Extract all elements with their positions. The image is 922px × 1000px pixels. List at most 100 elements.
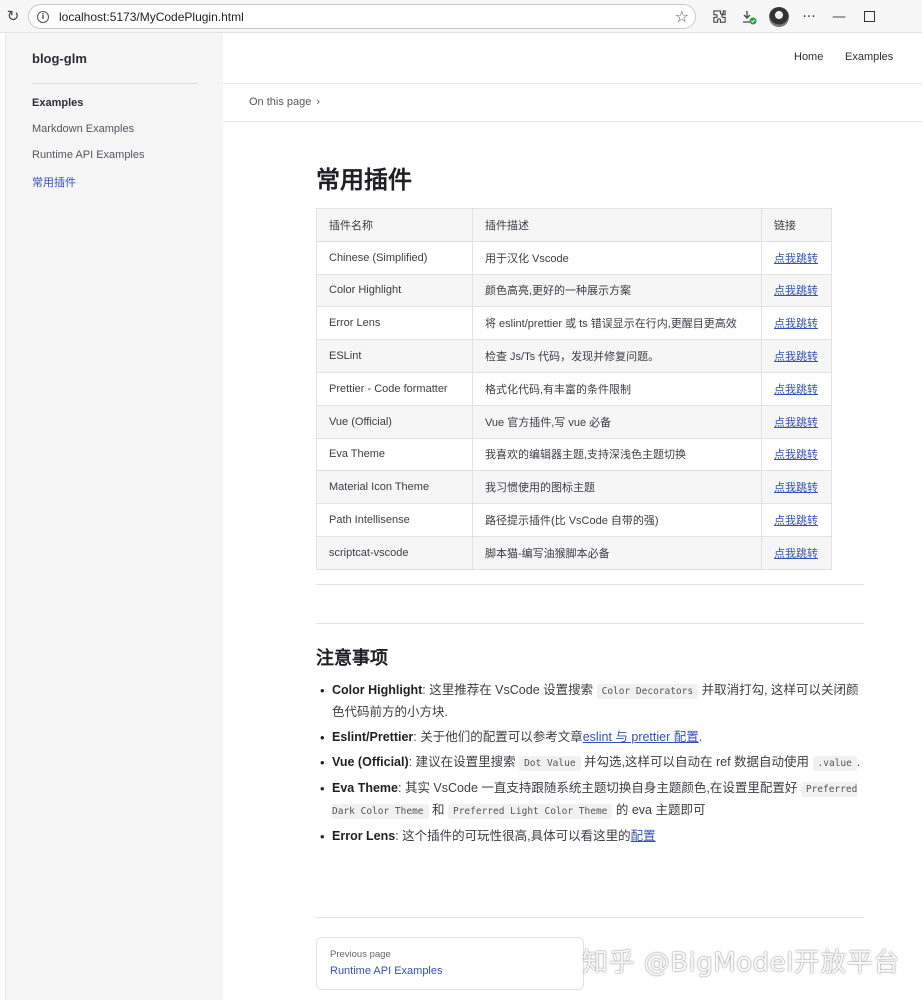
previous-page-label: Previous page — [330, 949, 391, 960]
previous-page-title[interactable]: Runtime API Examples — [330, 965, 443, 977]
more-menu-icon[interactable]: ··· — [794, 4, 824, 29]
plugin-link[interactable]: 点我跳转 — [774, 482, 818, 494]
note-text: . — [698, 730, 703, 744]
section-divider — [316, 623, 864, 624]
site-title[interactable]: blog-glm — [32, 51, 87, 66]
note-text: : 建议在设置里搜索 — [408, 755, 520, 769]
minimize-icon[interactable]: — — [824, 4, 854, 29]
inline-code: .value — [812, 756, 857, 771]
note-text: 和 — [428, 803, 448, 817]
note-term: Error Lens — [332, 829, 396, 843]
table-row: Chinese (Simplified) 用于汉化 Vscode 点我跳转 — [316, 240, 832, 275]
plugin-link-cell: 点我跳转 — [761, 371, 832, 406]
plugin-link[interactable]: 点我跳转 — [774, 548, 818, 560]
plugin-link-cell: 点我跳转 — [761, 437, 832, 472]
plugin-name-cell: Path Intellisense — [316, 503, 473, 537]
eslint-prettier-article-link[interactable]: eslint 与 prettier 配置 — [583, 730, 699, 744]
nav-link-home[interactable]: Home — [794, 51, 823, 63]
plugin-name-cell: Eva Theme — [316, 437, 473, 472]
maximize-icon[interactable] — [854, 4, 884, 29]
reload-icon[interactable]: ↻ — [2, 5, 24, 27]
list-item: Error Lens: 这个插件的可玩性很高,具体可以看这里的配置 — [320, 826, 868, 847]
column-header-description: 插件描述 — [472, 208, 762, 242]
table-row: scriptcat-vscode 脚本猫-编写油猴脚本必备 点我跳转 — [316, 535, 832, 570]
sidebar-item-common-plugins[interactable]: 常用插件 — [32, 174, 76, 190]
plugin-link[interactable]: 点我跳转 — [774, 318, 818, 330]
plugin-link[interactable]: 点我跳转 — [774, 515, 818, 527]
inline-code: Color Decorators — [596, 684, 699, 699]
plugin-description-cell: Vue 官方插件,写 vue 必备 — [472, 404, 762, 439]
address-bar[interactable]: i localhost:5173/MyCodePlugin.html ☆ — [28, 4, 696, 29]
notes-list: Color Highlight: 这里推荐在 VsCode 设置搜索 Color… — [320, 680, 868, 851]
chevron-right-icon: › — [316, 96, 321, 108]
table-row: ESLint 检查 Js/Ts 代码，发现并修复问题。 点我跳转 — [316, 339, 832, 373]
plugin-link-cell: 点我跳转 — [761, 470, 832, 505]
table-header-row: 插件名称 插件描述 链接 — [316, 208, 832, 242]
plugin-link-cell: 点我跳转 — [761, 273, 832, 308]
note-term: Color Highlight — [332, 683, 423, 697]
on-this-page-button[interactable]: On this page › — [249, 96, 320, 108]
plugin-link[interactable]: 点我跳转 — [774, 449, 818, 461]
plugin-name-cell: scriptcat-vscode — [316, 535, 473, 570]
column-header-name: 插件名称 — [316, 208, 473, 242]
plugin-link-cell: 点我跳转 — [761, 404, 832, 439]
plugin-link-cell: 点我跳转 — [761, 306, 832, 341]
notes-title: 注意事项 — [316, 648, 388, 669]
footer-divider — [316, 917, 864, 918]
list-item: Vue (Official): 建议在设置里搜索 Dot Value 并勾选,这… — [320, 752, 868, 774]
browser-toolbar: ↻ i localhost:5173/MyCodePlugin.html ☆ ·… — [0, 0, 922, 33]
note-text: : 这里推荐在 VsCode 设置搜索 — [422, 683, 597, 697]
plugin-description-cell: 脚本猫-编写油猴脚本必备 — [472, 535, 762, 570]
site-info-icon[interactable]: i — [37, 10, 49, 23]
plugin-link-cell: 点我跳转 — [761, 339, 832, 373]
plugin-link[interactable]: 点我跳转 — [774, 351, 818, 363]
plugins-table: 插件名称 插件描述 链接 Chinese (Simplified) 用于汉化 Vs… — [316, 208, 832, 570]
table-row: Error Lens 将 eslint/prettier 或 ts 错误显示在行内… — [316, 306, 832, 341]
plugin-description-cell: 格式化代码,有丰富的条件限制 — [472, 371, 762, 406]
table-row: Vue (Official) Vue 官方插件,写 vue 必备 点我跳转 — [316, 404, 832, 439]
table-row: Material Icon Theme 我习惯使用的图标主题 点我跳转 — [316, 470, 832, 505]
plugin-description-cell: 将 eslint/prettier 或 ts 错误显示在行内,更醒目更高效 — [472, 306, 762, 341]
plugin-link[interactable]: 点我跳转 — [774, 384, 818, 396]
url-text[interactable]: localhost:5173/MyCodePlugin.html — [59, 10, 244, 24]
inline-code: Preferred Light Color Theme — [447, 804, 613, 819]
sidebar-item-runtime-api-examples[interactable]: Runtime API Examples — [32, 149, 145, 161]
previous-page-card[interactable]: Previous page Runtime API Examples — [316, 937, 584, 990]
plugin-description-cell: 我喜欢的编辑器主题,支持深浅色主题切换 — [472, 437, 762, 472]
plugin-link-cell: 点我跳转 — [761, 535, 832, 570]
sidebar-group-title: Examples — [32, 97, 84, 109]
plugin-description-cell: 检查 Js/Ts 代码，发现并修复问题。 — [472, 339, 762, 373]
profile-avatar[interactable] — [764, 4, 794, 29]
note-term: Eslint/Prettier — [332, 730, 414, 744]
sidebar-item-markdown-examples[interactable]: Markdown Examples — [32, 123, 134, 135]
plugin-link-cell: 点我跳转 — [761, 503, 832, 537]
note-term: Eva Theme — [332, 781, 399, 795]
error-lens-config-link[interactable]: 配置 — [631, 829, 656, 843]
plugin-description-cell: 用于汉化 Vscode — [472, 240, 762, 275]
plugin-link-cell: 点我跳转 — [761, 240, 832, 275]
extensions-icon[interactable] — [704, 4, 734, 29]
plugin-description-cell: 路径提示插件(比 VsCode 自带的强) — [472, 503, 762, 537]
plugin-name-cell: Vue (Official) — [316, 404, 473, 439]
plugin-name-cell: Material Icon Theme — [316, 470, 473, 505]
sidebar-divider — [32, 83, 198, 84]
list-item: Eslint/Prettier: 关于他们的配置可以参考文章eslint 与 p… — [320, 727, 868, 748]
plugin-description-cell: 颜色高亮,更好的一种展示方案 — [472, 273, 762, 308]
bookmark-star-icon[interactable]: ☆ — [675, 7, 689, 26]
plugin-link[interactable]: 点我跳转 — [774, 253, 818, 265]
local-nav: On this page › — [223, 84, 922, 122]
download-icon[interactable] — [734, 4, 764, 29]
divider — [316, 584, 864, 585]
inline-code: Dot Value — [519, 756, 581, 771]
plugin-name-cell: Color Highlight — [316, 273, 473, 308]
table-row: Prettier - Code formatter 格式化代码,有丰富的条件限制点… — [316, 371, 832, 406]
plugin-link[interactable]: 点我跳转 — [774, 285, 818, 297]
note-text: : 这个插件的可玩性很高,具体可以看这里的 — [395, 829, 631, 843]
nav-link-examples[interactable]: Examples — [845, 51, 893, 63]
top-nav: Home Examples — [223, 33, 922, 84]
plugin-name-cell: Chinese (Simplified) — [316, 240, 473, 275]
note-text: 并勾选,这样可以自动在 ref 数据自动使用 — [580, 755, 813, 769]
plugin-name-cell: ESLint — [316, 339, 473, 373]
plugin-link[interactable]: 点我跳转 — [774, 417, 818, 429]
page-title: 常用插件 — [316, 166, 412, 194]
